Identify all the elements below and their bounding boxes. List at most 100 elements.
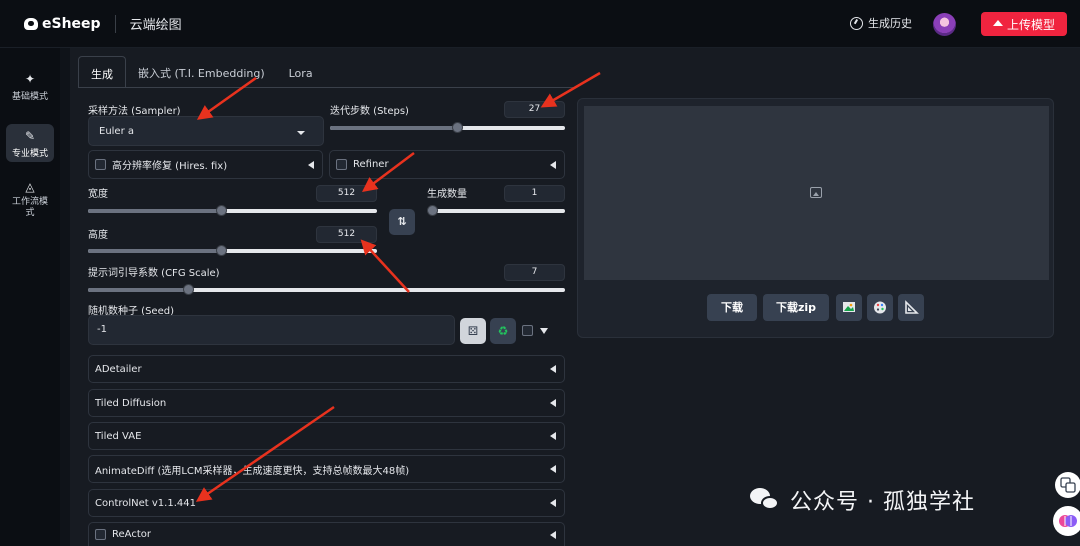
slider-handle[interactable] <box>215 205 227 216</box>
accordion-label: ReActor <box>112 529 151 540</box>
collapse-triangle-icon <box>550 499 556 507</box>
slider-handle[interactable] <box>183 284 195 295</box>
chevron-down-icon <box>297 131 305 135</box>
slider-fill <box>88 209 221 213</box>
tab-lora[interactable]: Lora <box>277 56 325 88</box>
width-slider[interactable] <box>88 205 377 217</box>
steps-slider[interactable] <box>330 122 565 134</box>
send-to-img2img-icon[interactable] <box>836 294 862 321</box>
tab-generate[interactable]: 生成 <box>78 56 126 88</box>
steps-number-input[interactable]: 27 <box>504 101 565 118</box>
swap-dimensions-button[interactable]: ⇅ <box>389 209 415 235</box>
generation-history-link[interactable]: 生成历史 <box>850 15 912 31</box>
slider-fill <box>330 126 457 130</box>
esheep-logo[interactable]: eSheep <box>24 16 101 32</box>
collapse-triangle-icon <box>550 365 556 373</box>
slider-handle[interactable] <box>427 205 438 216</box>
logo-text: eSheep <box>42 15 101 32</box>
app-title: 云端绘图 <box>129 18 182 33</box>
height-slider[interactable] <box>88 245 377 257</box>
hires-fix-label: 高分辨率修复 (Hires. fix) <box>112 161 228 172</box>
height-number-input[interactable]: 512 <box>316 226 377 243</box>
wechat-icon <box>750 488 780 512</box>
animatediff-accordion[interactable]: AnimateDiff (选用LCM采样器，生成速度更快，支持总帧数最大48帧) <box>88 455 565 483</box>
tab-embedding[interactable]: 嵌入式 (T.I. Embedding) <box>126 56 277 88</box>
palette-icon[interactable] <box>867 294 893 321</box>
slider-handle[interactable] <box>451 122 463 133</box>
collapse-triangle-icon <box>550 465 556 473</box>
controlnet-accordion[interactable]: ControlNet v1.1.441 <box>88 489 565 517</box>
sheep-icon <box>24 17 38 30</box>
sidebar-item-label: 工作流模式 <box>12 197 49 218</box>
seed-input[interactable]: -1 <box>88 315 455 345</box>
seed-extra-checkbox[interactable] <box>522 325 533 336</box>
history-clock-icon <box>850 16 863 30</box>
accordion-label: AnimateDiff (选用LCM采样器，生成速度更快，支持总帧数最大48帧) <box>95 465 410 477</box>
slider-handle[interactable] <box>215 245 227 256</box>
accordion-label: Tiled VAE <box>95 430 142 442</box>
refiner-accordion[interactable]: Refiner <box>329 150 565 179</box>
sidebar-item-workflow-mode[interactable]: ◬ 工作流模式 <box>6 180 54 224</box>
generation-tabs: 生成 嵌入式 (T.I. Embedding) Lora <box>78 56 325 88</box>
top-bar: eSheep 云端绘图 <box>0 0 1080 48</box>
triangle-ruler-icon[interactable] <box>898 294 924 321</box>
translate-icon[interactable] <box>1055 472 1080 498</box>
cfg-scale-slider[interactable] <box>88 284 565 296</box>
sidebar-item-basic-mode[interactable]: ✦ 基础模式 <box>6 72 54 106</box>
adetailer-accordion[interactable]: ADetailer <box>88 355 565 383</box>
slider-fill <box>88 249 221 253</box>
upload-model-button[interactable]: 上传模型 <box>981 12 1067 36</box>
batch-count-slider[interactable] <box>427 205 565 217</box>
accordion-label: ControlNet v1.1.441 <box>95 497 196 509</box>
user-avatar[interactable] <box>933 13 956 36</box>
output-gallery[interactable] <box>584 106 1049 280</box>
refiner-checkbox[interactable] <box>336 159 347 170</box>
output-panel: 下载 下载zip <box>577 98 1054 338</box>
sidebar-item-pro-mode[interactable]: ✎ 专业模式 <box>6 124 54 162</box>
reactor-checkbox[interactable] <box>95 529 106 540</box>
collapse-triangle-icon <box>308 160 314 169</box>
sparkle-icon: ✦ <box>24 72 36 86</box>
width-label: 宽度 <box>88 189 108 200</box>
sampler-value: Euler a <box>99 125 135 137</box>
width-number-input[interactable]: 512 <box>316 185 377 202</box>
wechat-watermark: 公众号 · 孤独学社 <box>750 484 975 516</box>
hires-fix-checkbox[interactable] <box>95 159 106 170</box>
cfg-scale-input[interactable]: 7 <box>504 264 565 281</box>
header-divider <box>114 14 116 33</box>
batch-count-label: 生成数量 <box>427 189 467 200</box>
collapse-triangle-icon <box>550 399 556 407</box>
steps-label: 迭代步数 (Steps) <box>330 106 409 117</box>
download-button[interactable]: 下载 <box>707 294 757 321</box>
height-label: 高度 <box>88 230 108 241</box>
reactor-accordion[interactable]: ReActor <box>88 522 565 546</box>
slider-fill <box>88 288 189 292</box>
mode-sidebar: ✦ 基础模式 ✎ 专业模式 ◬ 工作流模式 <box>0 48 60 546</box>
batch-count-input[interactable]: 1 <box>504 185 565 202</box>
sampler-dropdown[interactable]: Euler a <box>88 116 324 146</box>
sidebar-item-label: 专业模式 <box>11 149 48 159</box>
main-panel: 生成 嵌入式 (T.I. Embedding) Lora 采样方法 (Sampl… <box>70 48 1080 546</box>
dice-icon[interactable]: ⚄ <box>460 318 486 344</box>
accordion-label: Tiled Diffusion <box>95 397 167 409</box>
tiled-diffusion-accordion[interactable]: Tiled Diffusion <box>88 389 565 417</box>
expand-triangle-icon[interactable] <box>540 328 548 334</box>
hires-fix-accordion[interactable]: 高分辨率修复 (Hires. fix) <box>88 150 323 179</box>
image-placeholder-icon <box>810 187 822 198</box>
sampler-label: 采样方法 (Sampler) <box>88 106 181 117</box>
collapse-triangle-icon <box>550 432 556 440</box>
download-zip-button[interactable]: 下载zip <box>763 294 829 321</box>
collapse-triangle-icon <box>550 530 556 539</box>
history-label: 生成历史 <box>868 17 912 30</box>
workflow-icon: ◬ <box>25 180 35 194</box>
upload-arrow-icon <box>992 20 1003 26</box>
recycle-icon[interactable]: ♻ <box>490 318 516 344</box>
tab-underline <box>78 87 573 88</box>
slider-track <box>432 209 565 213</box>
sidebar-item-label: 基础模式 <box>11 92 48 102</box>
tiled-vae-accordion[interactable]: Tiled VAE <box>88 422 565 450</box>
ai-brain-icon[interactable] <box>1053 506 1080 536</box>
refiner-label: Refiner <box>353 159 389 170</box>
brush-icon: ✎ <box>24 129 36 143</box>
collapse-triangle-icon <box>550 160 556 169</box>
